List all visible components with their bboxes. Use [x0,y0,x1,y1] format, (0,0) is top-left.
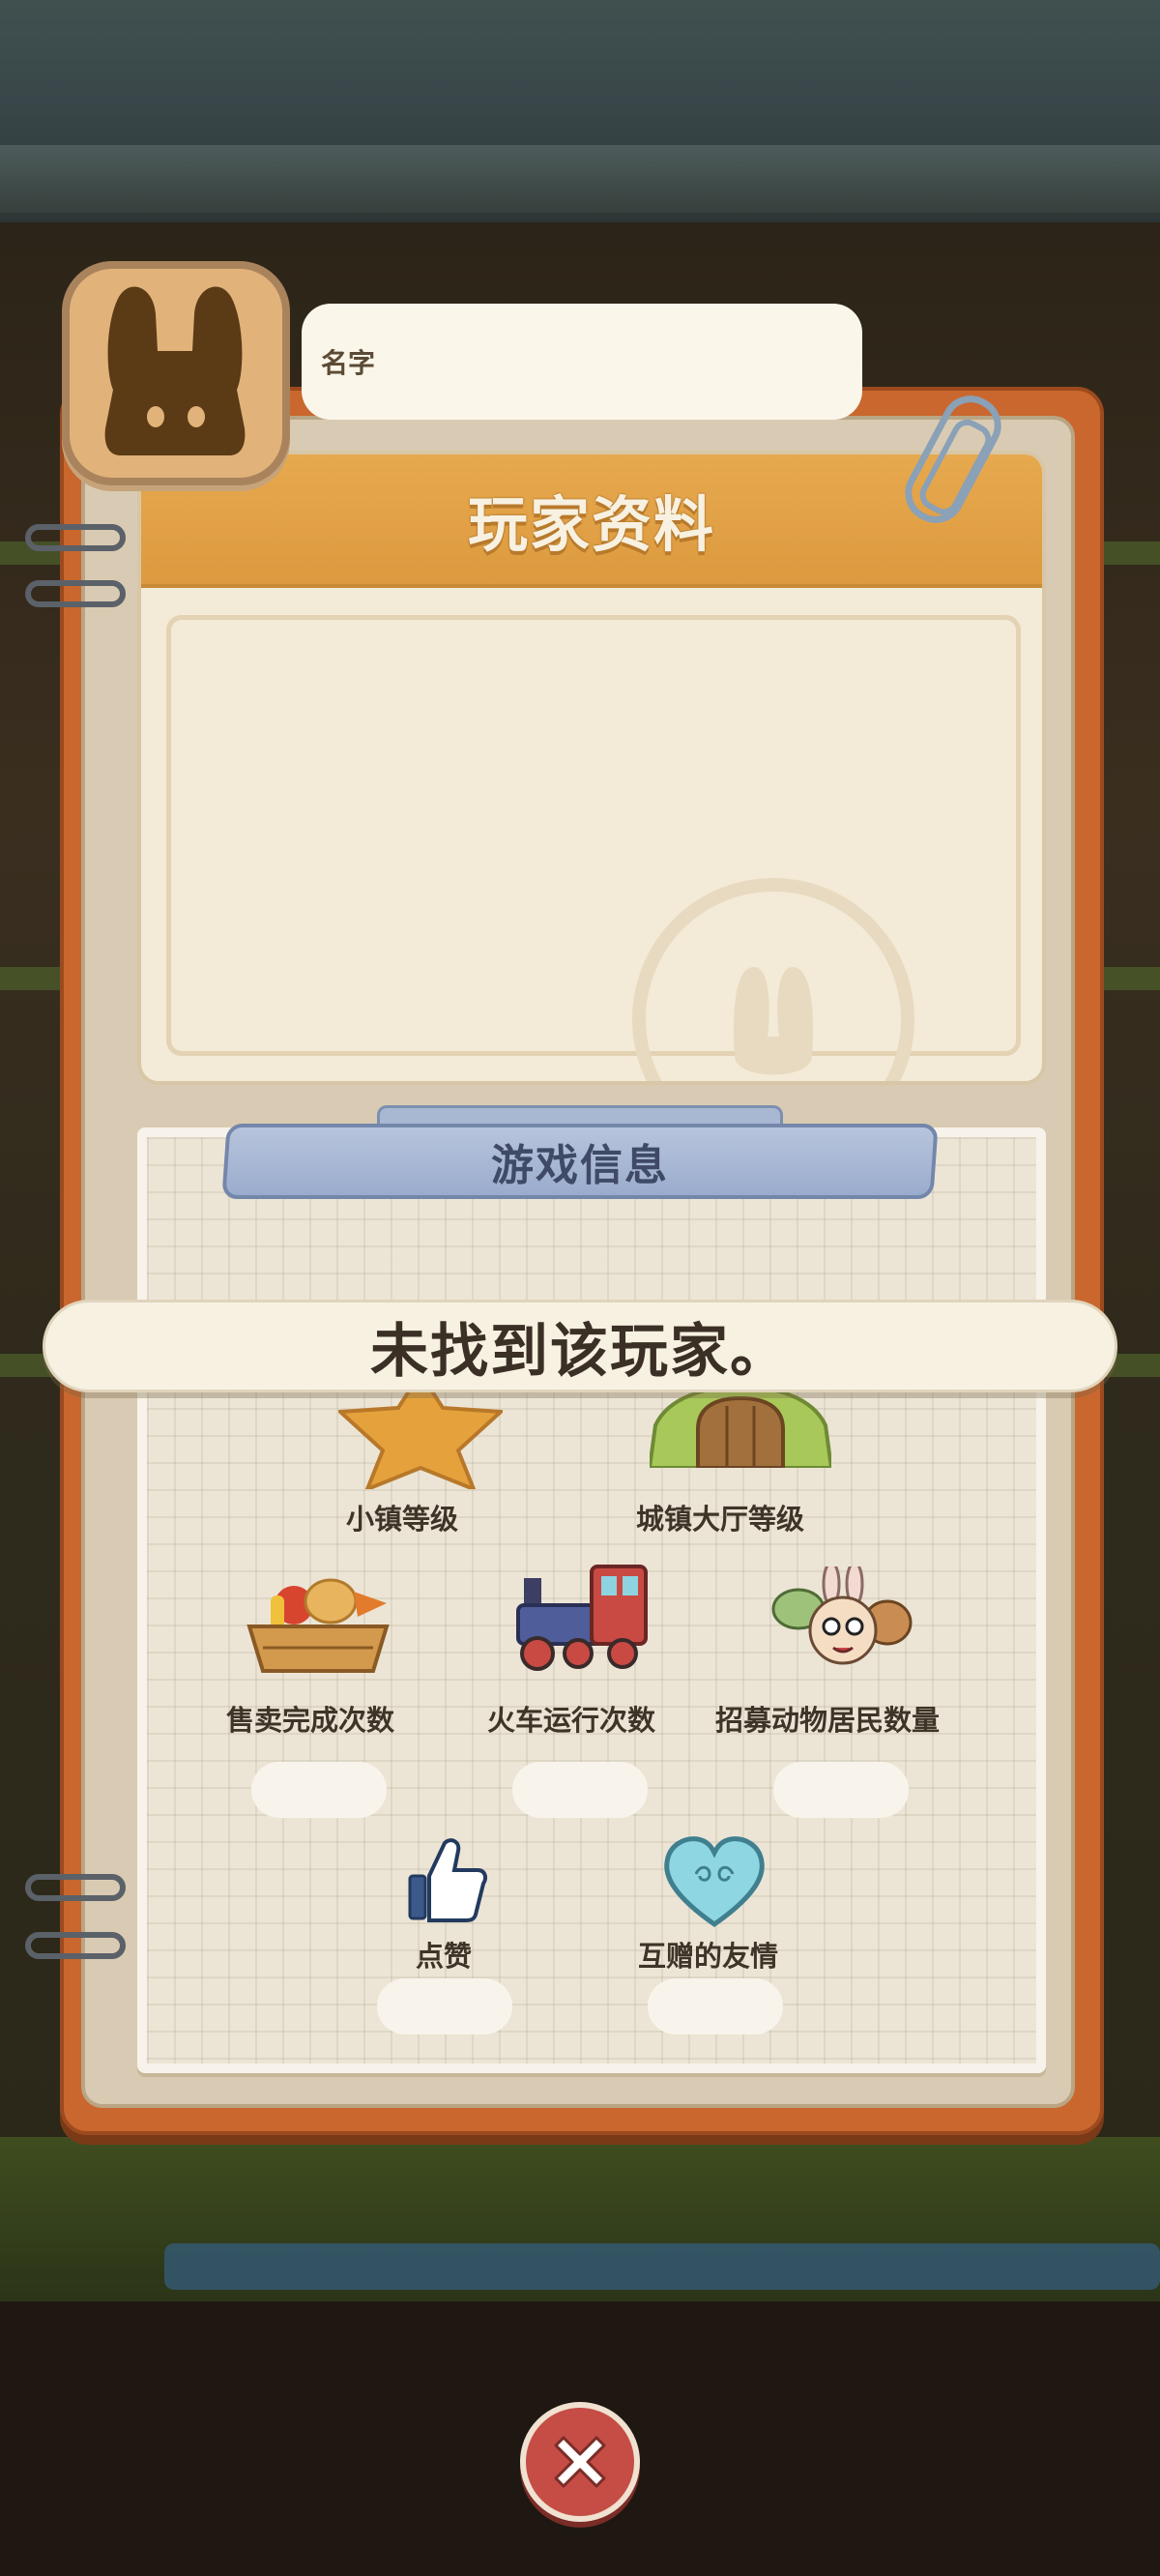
binder-ring [25,524,126,551]
profile-header: 玩家资料 [141,454,1042,588]
stat-value-train-runs [512,1762,648,1818]
town-hall-door-icon [647,1384,834,1472]
stat-label-town-hall-level: 城镇大厅等级 [636,1503,805,1536]
stat-label-friendship-gifts: 互赠的友情 [638,1940,779,1973]
bunny-avatar-icon [104,286,246,455]
train-icon [510,1563,650,1675]
heart-icon [663,1835,766,1932]
toast-message: 未找到该玩家。 [370,1317,790,1386]
stat-label-train-runs: 火车运行次数 [487,1704,656,1737]
stat-label-likes: 点赞 [416,1940,473,1973]
game-info-title: 游戏信息 [491,1141,669,1190]
profile-title: 玩家资料 [467,489,715,560]
stat-value-friendship-gifts [648,1978,783,2034]
game-info-banner: 游戏信息 [221,1124,939,1199]
binder-ring [25,580,126,607]
binder-ring [25,1932,126,1959]
name-label: 名字 [321,347,376,379]
produce-basket-icon [246,1572,391,1677]
background-roof [0,145,1160,213]
avatar[interactable] [62,261,290,485]
name-field: 名字 [302,304,862,420]
close-button[interactable] [520,2402,640,2522]
animal-residents-icon [769,1561,914,1677]
stat-label-recruited-residents: 招募动物居民数量 [715,1704,941,1737]
thumbs-up-icon [406,1837,487,1926]
bunny-stamp-watermark [632,878,914,1081]
background-water [164,2243,1160,2290]
binder-ring [25,1874,126,1901]
close-icon [554,2436,606,2488]
stat-label-sales-completed: 售卖完成次数 [226,1704,395,1737]
player-profile-card: 玩家资料 [137,451,1046,1085]
stat-value-likes [377,1978,512,2034]
player-not-found-toast: 未找到该玩家。 [43,1300,1117,1392]
stat-value-sales-completed [251,1762,387,1818]
stat-value-recruited-residents [773,1762,909,1818]
stat-label-town-level: 小镇等级 [346,1503,459,1536]
